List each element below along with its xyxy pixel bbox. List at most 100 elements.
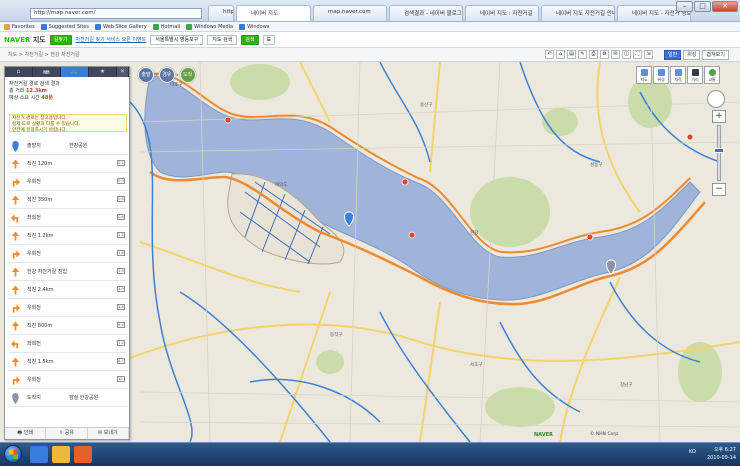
map-tool-button[interactable]: ↶ (545, 50, 554, 59)
browser-tab[interactable]: http://map.naver.com/ (208, 5, 234, 21)
browser-tab[interactable]: 검색결과 - 네이버 블로그 (389, 5, 463, 21)
map-label: 한강 (470, 231, 479, 236)
zoom-out-button[interactable]: − (712, 183, 726, 196)
panel-tab[interactable]: ⌂ (5, 67, 33, 77)
map-type-button[interactable]: 겹쳐보기 (702, 50, 729, 60)
route-step[interactable]: 좌회전 7.2 (9, 335, 127, 353)
route-chip[interactable]: 도착 (179, 67, 196, 83)
route-step[interactable]: 직진 800m 6.4 (9, 317, 127, 335)
start-button[interactable] (4, 445, 22, 463)
map-tool-button[interactable]: ◫ (622, 50, 631, 59)
route-start[interactable]: 출발지 한강공원 (9, 137, 127, 155)
map-tool-button[interactable]: ⇲ (644, 50, 653, 59)
region-select[interactable]: 서울특별시 영등포구 (150, 34, 204, 45)
route-end[interactable]: 도착지 잠실 한강공원 (9, 389, 127, 407)
address-bar[interactable]: http://map.naver.com/ (30, 8, 202, 19)
browser-tab[interactable]: 네이버 지도 : 자전거길 (465, 5, 539, 21)
route-step[interactable]: 직진 1.2km 1.2 (9, 227, 127, 245)
search-button[interactable]: 검색 (241, 34, 259, 45)
map-view-controls: 지도 위성 지적 거리 교통 (636, 66, 720, 84)
route-step[interactable]: 직진 350m 0.4 (9, 191, 127, 209)
route-step[interactable]: 한강 자전거길 진입 2.5 (9, 263, 127, 281)
map-view-button[interactable]: 교통 (704, 66, 720, 84)
map-tool-button[interactable]: ⌂ (556, 50, 565, 59)
zoom-slider[interactable] (714, 125, 724, 181)
panel-footer-button[interactable]: ✉ 보내기 (88, 428, 129, 439)
route-button[interactable]: 길찾기 (49, 34, 72, 45)
route-step-text: 직진 120m (27, 161, 53, 167)
route-step[interactable]: 직진 120m 0.1 (9, 155, 127, 173)
favorite-link[interactable]: Windows (239, 23, 269, 30)
route-chip[interactable]: 출발 (138, 67, 154, 83)
menu-button[interactable]: ☰ (262, 34, 275, 45)
route-step[interactable]: 우회전 5.6 (9, 299, 127, 317)
panel-close-button[interactable]: ✕ (117, 67, 129, 77)
route-step[interactable]: 직진 1.5km 8.7 (9, 353, 127, 371)
route-step[interactable]: 직진 2.4km 4.9 (9, 281, 127, 299)
map-copyright: © NHN Corp. (590, 432, 620, 437)
map-label: 강남구 (620, 383, 633, 388)
turn-right-icon (11, 177, 20, 187)
close-button[interactable]: ✕ (712, 1, 738, 12)
favorite-label: Suggested Sites (48, 23, 89, 30)
map-tool-button[interactable]: ⎙ (589, 50, 598, 59)
map-type-button[interactable]: 일반 (664, 50, 682, 60)
route-step-distance: 0.6 (117, 214, 125, 220)
favorite-link[interactable]: Hotmail (152, 23, 180, 30)
map-type-button[interactable]: 위성 (683, 50, 701, 60)
media-icon[interactable] (74, 446, 92, 463)
route-step-distance: 2.5 (117, 268, 125, 274)
map-tool-button[interactable]: ✉ (611, 50, 620, 59)
map-tool-button[interactable]: ▤ (567, 50, 576, 59)
browser-tab[interactable]: 네이버 지도 자전거길 안내 (541, 5, 615, 21)
page-icon (152, 23, 159, 30)
favorite-link[interactable]: Windows Media (186, 23, 233, 30)
route-step[interactable]: 좌회전 0.6 (9, 209, 127, 227)
chevron-right-icon: › (175, 71, 179, 79)
clock-time[interactable]: 오후 6:27 (707, 446, 736, 454)
route-step[interactable]: 우회전 1.8 (9, 245, 127, 263)
browser-tab[interactable]: 네이버 지도 (236, 5, 311, 21)
route-step[interactable]: 우회전 0.3 (9, 173, 127, 191)
map-view-button[interactable]: 거리 (687, 66, 703, 84)
favorite-link[interactable]: Favorites (4, 23, 35, 30)
map-tool-button[interactable]: ⚙ (600, 50, 609, 59)
turn-left-icon (11, 339, 20, 349)
folder-icon[interactable] (52, 446, 70, 463)
favorite-link[interactable]: Web Slice Gallery (94, 23, 147, 30)
favorite-link[interactable]: Suggested Sites (40, 23, 89, 30)
promo-link[interactable]: 자전거길 찾기 서비스 오픈 이벤트 (76, 36, 147, 43)
route-chip[interactable]: 경유 (158, 67, 175, 83)
ie-icon[interactable] (30, 446, 48, 463)
ie-icon (94, 23, 101, 30)
map-tool-button[interactable]: ⛶ (633, 50, 642, 59)
route-step-distance: 6.4 (117, 322, 125, 328)
compass-icon[interactable] (707, 90, 725, 108)
route-step[interactable]: 우회전 10.1 (9, 371, 127, 389)
zoom-handle[interactable] (714, 148, 724, 153)
panel-footer-button[interactable]: 🖶 인쇄 (5, 428, 47, 439)
route-title: 자전거길 경로 검색 결과 (9, 81, 60, 87)
panel-footer-button[interactable]: ⇧ 공유 (46, 428, 88, 439)
map-view-button[interactable]: 위성 (653, 66, 669, 84)
browser-tab[interactable]: map.naver.com (313, 5, 387, 21)
route-step-text: 우회전 (27, 377, 41, 383)
favorite-label: Favorites (12, 23, 35, 30)
panel-tab[interactable]: 🚌 (33, 67, 61, 77)
turn-up-icon (11, 321, 20, 331)
map-view-button[interactable]: 지도 (636, 66, 652, 84)
zoom-in-button[interactable]: + (712, 110, 726, 123)
route-step-distance: 8.7 (117, 358, 125, 364)
search-input[interactable]: 지도 검색 (207, 34, 238, 45)
route-step-text: 직진 2.4km (27, 287, 54, 293)
tray-lang[interactable]: KO (648, 448, 696, 458)
minimize-button[interactable]: – (676, 1, 693, 12)
map-view-button[interactable]: 지적 (670, 66, 686, 84)
panel-tab[interactable]: ★ (89, 67, 117, 77)
route-steps: 출발지 한강공원 직진 120m 0.1 우회전 0.3 직진 350m 0.4 좌회전 0.… (9, 137, 127, 407)
panel-tab[interactable]: 🚲 (61, 67, 89, 77)
route-panel: ⌂ 🚌 🚲 ★ ✕ 자전거길 경로 검색 결과 총 거리 12.3km 예상 소요 시간… (4, 66, 130, 440)
naver-logo[interactable]: NAVER 지도 (4, 35, 46, 45)
maximize-button[interactable]: □ (694, 1, 711, 12)
map-tool-button[interactable]: ✎ (578, 50, 587, 59)
